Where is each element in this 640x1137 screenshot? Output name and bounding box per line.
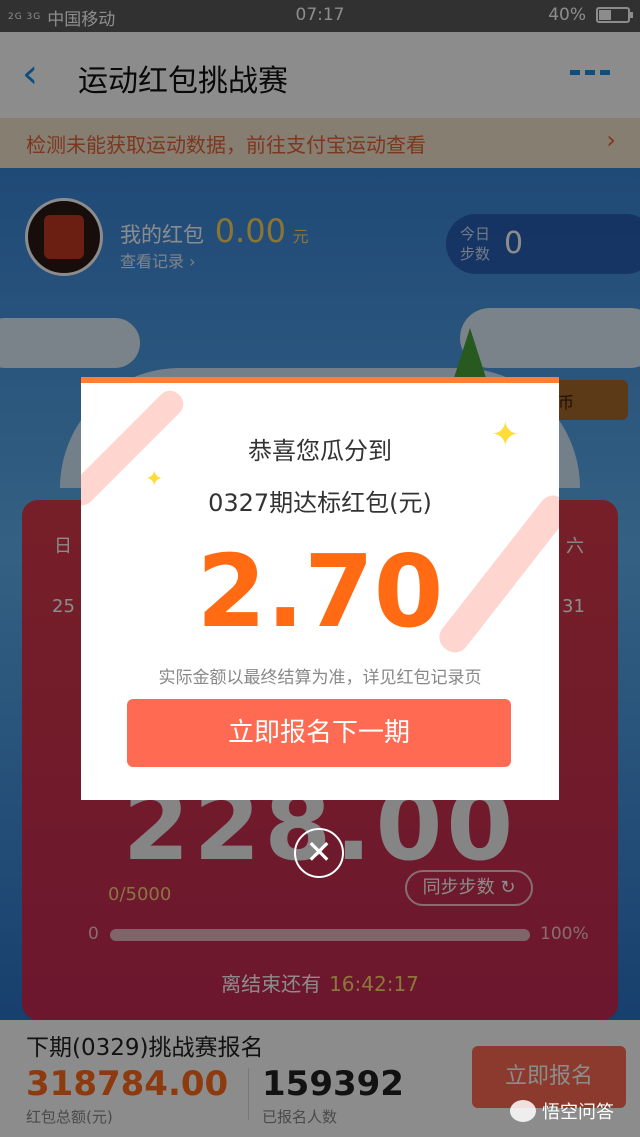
signup-next-button[interactable]: 立即报名下一期: [127, 699, 511, 767]
watermark: 悟空问答: [510, 1098, 614, 1124]
congrats-text: 恭喜您瓜分到: [248, 437, 392, 465]
watermark-text: 悟空问答: [542, 1102, 614, 1123]
period-text: 0327期达标红包(元): [208, 489, 432, 517]
watermark-logo-icon: [510, 1100, 536, 1122]
prize-amount: 2.70: [196, 533, 444, 650]
result-modal: ✦ ✦ 恭喜您瓜分到 0327期达标红包(元) 2.70 实际金额以最终结算为准…: [81, 377, 559, 800]
settlement-note: 实际金额以最终结算为准，详见红包记录页: [158, 668, 482, 688]
close-icon[interactable]: ✕: [294, 828, 344, 878]
